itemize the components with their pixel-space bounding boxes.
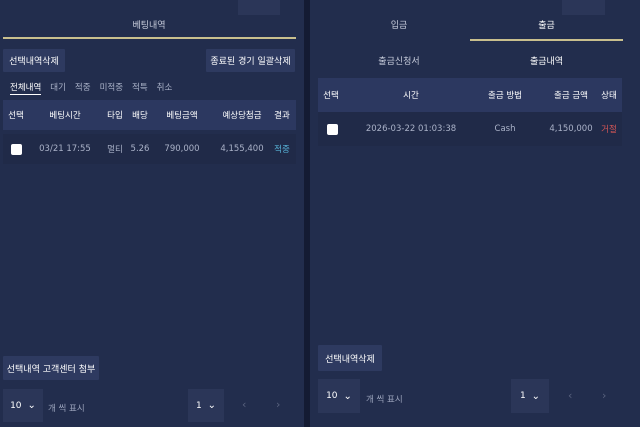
chevron-down-icon: ⌄ — [531, 390, 541, 402]
chevron-down-icon: ⌄ — [343, 390, 352, 402]
filter-lose[interactable]: 미적중 — [100, 81, 123, 95]
table-row[interactable]: 03/21 17:55 멀티 5.26 790,000 4,155,400 적중 — [3, 134, 296, 164]
subtab-withdraw-history[interactable]: 출금내역 — [470, 54, 623, 67]
table-row[interactable]: 2026-03-22 01:03:38 Cash 4,150,000 거절 — [318, 112, 622, 146]
row-result: 적중 — [274, 145, 290, 155]
row-odds: 5.26 — [130, 144, 150, 154]
page-select[interactable]: 1 ⌄ — [511, 379, 549, 413]
col-bet-amount: 베팅금액 — [166, 111, 198, 121]
chevron-right-icon[interactable]: › — [276, 398, 280, 411]
col-select: 선택 — [323, 91, 339, 101]
page-select[interactable]: 1 ⌄ — [188, 389, 224, 422]
subtab-withdraw-request[interactable]: 출금신청서 — [324, 54, 474, 67]
row-bet-time: 03/21 17:55 — [39, 144, 91, 154]
row-checkbox[interactable] — [326, 123, 338, 135]
betting-history-panel: 베팅내역 선택내역삭제 종료된 경기 일괄삭제 전체내역 대기 적중 미적중 적… — [0, 0, 304, 427]
chevron-down-icon: ⌄ — [27, 400, 36, 411]
filter-pending[interactable]: 대기 — [50, 81, 66, 95]
row-time: 2026-03-22 01:03:38 — [365, 124, 457, 134]
tab-underline — [3, 37, 296, 39]
col-time: 시간 — [403, 91, 419, 101]
filter-win[interactable]: 적중 — [75, 81, 91, 95]
page-value: 1 — [195, 400, 202, 411]
page-size-select[interactable]: 10 ⌄ — [3, 389, 43, 422]
page-size-label: 개 씩 표시 — [366, 395, 403, 405]
col-amount: 출금 금액 — [554, 91, 588, 101]
tab-betting-history[interactable]: 베팅내역 — [0, 18, 298, 31]
top-block — [562, 0, 605, 15]
row-checkbox[interactable] — [10, 143, 22, 155]
page-size-value: 10 — [10, 400, 22, 411]
col-type: 타입 — [107, 111, 123, 121]
page-size-label: 개 씩 표시 — [48, 404, 85, 414]
chevron-left-icon[interactable]: ‹ — [568, 389, 572, 402]
tab-withdraw[interactable]: 출금 — [470, 18, 623, 31]
delete-selected-button[interactable]: 선택내역삭제 — [318, 345, 382, 371]
col-result: 결과 — [274, 111, 290, 121]
withdraw-panel: 입금 출금 출금신청서 출금내역 선택 시간 출금 방법 출금 금액 상태 20… — [310, 0, 640, 427]
tab-deposit[interactable]: 입금 — [324, 18, 474, 31]
attach-to-support-button[interactable]: 선택내역 고객센터 첨부 — [3, 356, 99, 380]
row-expected-win: 4,155,400 — [220, 144, 264, 154]
col-select: 선택 — [8, 111, 24, 121]
filter-cancel[interactable]: 취소 — [157, 81, 173, 95]
top-block — [238, 0, 280, 15]
page-value: 1 — [519, 391, 526, 401]
row-amount: 4,150,000 — [549, 124, 593, 134]
row-checkbox-cell — [318, 112, 346, 146]
row-method: Cash — [494, 124, 516, 134]
table-header: 선택 시간 출금 방법 출금 금액 상태 — [318, 78, 622, 112]
col-odds: 배당 — [132, 111, 148, 121]
chevron-left-icon[interactable]: ‹ — [242, 398, 246, 411]
row-bet-amount: 790,000 — [164, 144, 200, 154]
col-expected-win: 예상당첨금 — [222, 111, 262, 121]
filter-special[interactable]: 적특 — [132, 81, 148, 95]
col-method: 출금 방법 — [488, 91, 522, 101]
delete-selected-button[interactable]: 선택내역삭제 — [3, 49, 65, 72]
row-status: 거절 — [601, 125, 617, 135]
bulk-delete-finished-button[interactable]: 종료된 경기 일괄삭제 — [206, 49, 295, 72]
page-size-value: 10 — [326, 391, 338, 401]
table-header: 선택 베팅시간 타입 배당 베팅금액 예상당첨금 결과 — [3, 100, 296, 130]
page-size-select[interactable]: 10 ⌄ — [318, 379, 360, 413]
filter-all[interactable]: 전체내역 — [10, 81, 42, 95]
col-bet-time: 베팅시간 — [49, 111, 81, 121]
tab-underline — [470, 39, 623, 41]
chevron-down-icon: ⌄ — [207, 400, 217, 411]
row-checkbox-cell — [3, 134, 29, 164]
result-filter-tabs: 전체내역 대기 적중 미적중 적특 취소 — [10, 81, 172, 95]
row-type: 멀티 — [107, 145, 123, 155]
chevron-right-icon[interactable]: › — [602, 389, 606, 402]
col-status: 상태 — [601, 91, 617, 101]
